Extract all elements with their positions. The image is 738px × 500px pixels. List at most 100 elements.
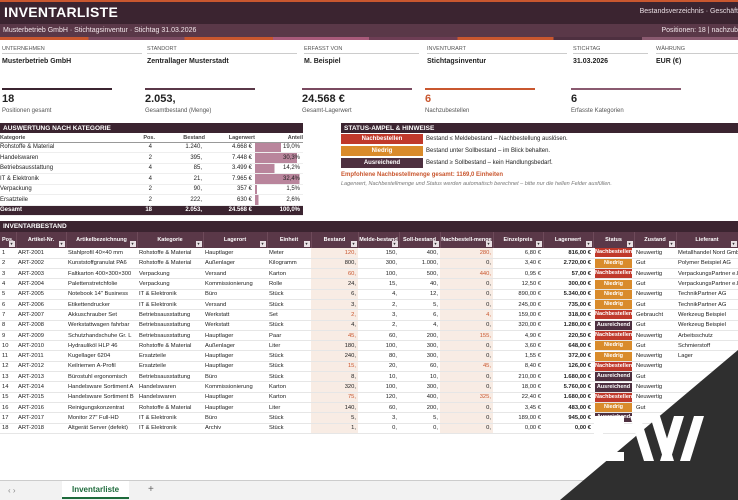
inventory-col-header[interactable]: Bestand ▾: [311, 232, 359, 248]
inventory-col-header[interactable]: Lagerwert ▾: [543, 232, 594, 248]
inventory-cell[interactable]: 15: [0, 392, 16, 403]
inventory-cell[interactable]: Verpackung: [137, 278, 203, 290]
inventory-cell[interactable]: 8: [0, 320, 16, 331]
inventory-col-header[interactable]: Lagerort ▾: [203, 232, 268, 248]
inventory-cell[interactable]: Rohstoffe & Material: [137, 402, 203, 414]
inventory-cell[interactable]: 12,: [399, 289, 440, 300]
inventory-cell[interactable]: Handelswaren: [137, 392, 203, 403]
inventory-cell[interactable]: 318,00 €: [543, 309, 593, 321]
inventory-cell[interactable]: 3: [0, 268, 16, 280]
inventory-cell[interactable]: Handelswaren: [137, 381, 203, 393]
inventory-cell[interactable]: Stück: [267, 412, 311, 424]
inventory-cell[interactable]: ART-2011: [16, 350, 66, 362]
inventory-cell[interactable]: 800,: [311, 258, 358, 270]
inventory-cell[interactable]: Stück: [267, 371, 311, 383]
inventory-cell[interactable]: 13: [0, 371, 16, 383]
inventory-cell[interactable]: 0,: [440, 299, 493, 311]
inventory-cell[interactable]: Neuwertig: [634, 289, 676, 300]
inventory-cell[interactable]: 4,90 €: [493, 330, 543, 342]
inventory-cell[interactable]: 11: [0, 350, 16, 362]
inventory-cell[interactable]: 6,80 €: [493, 248, 543, 259]
inventory-cell[interactable]: 8,: [311, 371, 358, 383]
inventory-cell[interactable]: 0,: [440, 278, 493, 290]
inventory-cell[interactable]: 3,60 €: [493, 340, 543, 352]
inventory-cell[interactable]: ART-2013: [16, 371, 66, 383]
inventory-cell[interactable]: 0,: [440, 350, 493, 362]
inventory-cell[interactable]: Rohstoffe & Material: [137, 248, 203, 259]
inventory-cell[interactable]: Ersatzteile: [137, 361, 203, 373]
filter-dropdown-icon[interactable]: ▾: [626, 241, 633, 247]
inventory-cell[interactable]: Archiv: [203, 423, 267, 434]
inventory-cell[interactable]: 0,: [358, 423, 399, 434]
inventory-cell[interactable]: ART-2009: [16, 330, 66, 342]
inventory-cell[interactable]: 45,: [440, 361, 493, 373]
inventory-cell[interactable]: Paar: [267, 330, 311, 342]
inventory-cell[interactable]: Büro: [203, 289, 267, 300]
inventory-cell[interactable]: 60,: [311, 268, 358, 280]
inventory-cell[interactable]: 10,: [358, 371, 399, 383]
inventory-cell[interactable]: 18,00 €: [493, 381, 543, 393]
inventory-cell[interactable]: 0,00 €: [493, 423, 543, 434]
inventory-cell[interactable]: 1.000,: [399, 258, 440, 270]
inventory-cell[interactable]: Werkstattwagen fahrbar: [66, 320, 137, 331]
inventory-cell[interactable]: 1,55 €: [493, 350, 543, 362]
inventory-cell[interactable]: 4,: [440, 309, 493, 321]
inventory-cell[interactable]: Verpackung: [137, 268, 203, 280]
inventory-cell[interactable]: Etikettendrucker: [66, 299, 137, 311]
inventory-cell[interactable]: 0,: [440, 412, 493, 424]
inventory-cell[interactable]: Versand: [203, 299, 267, 311]
filter-dropdown-icon[interactable]: ▾: [391, 241, 398, 247]
inventory-cell[interactable]: Altgerät Server (defekt): [66, 423, 137, 434]
inventory-cell[interactable]: 2.720,00 €: [543, 258, 593, 270]
inventory-cell[interactable]: Hauptlager: [203, 350, 267, 362]
inventory-cell[interactable]: 890,00 €: [493, 289, 543, 300]
inventory-cell[interactable]: 5: [0, 289, 16, 300]
inventory-cell[interactable]: 0,: [440, 320, 493, 331]
inventory-cell[interactable]: 440,: [440, 268, 493, 280]
inventory-col-header[interactable]: Artikelbezeichnung ▾: [66, 232, 138, 248]
inventory-cell[interactable]: Neuwertig: [634, 268, 676, 280]
inventory-cell[interactable]: 6: [0, 299, 16, 311]
inventory-col-header[interactable]: Einzelpreis ▾: [493, 232, 544, 248]
filter-dropdown-icon[interactable]: ▾: [485, 241, 492, 247]
inventory-cell[interactable]: ART-2018: [16, 423, 66, 434]
inventory-cell[interactable]: 0,: [440, 402, 493, 414]
inventory-cell[interactable]: 20,: [358, 361, 399, 373]
inventory-cell[interactable]: 120,: [358, 392, 399, 403]
inventory-cell[interactable]: ART-2017: [16, 412, 66, 424]
inventory-cell[interactable]: Außenlager: [203, 258, 267, 270]
inventory-cell[interactable]: Gut: [634, 299, 676, 311]
inventory-cell[interactable]: ART-2015: [16, 392, 66, 403]
inventory-cell[interactable]: ART-2001: [16, 248, 66, 259]
inventory-cell[interactable]: 100,: [358, 268, 399, 280]
inventory-cell[interactable]: Reinigungskonzentrat: [66, 402, 137, 414]
inventory-cell[interactable]: 1.280,00 €: [543, 320, 593, 331]
inventory-cell[interactable]: Gut: [634, 320, 676, 331]
inventory-cell[interactable]: 300,: [399, 340, 440, 352]
inventory-cell[interactable]: ART-2014: [16, 381, 66, 393]
filter-dropdown-icon[interactable]: ▾: [303, 241, 310, 247]
inventory-cell[interactable]: IT & Elektronik: [137, 299, 203, 311]
inventory-cell[interactable]: 18: [0, 423, 16, 434]
inventory-cell[interactable]: Liter: [267, 402, 311, 414]
inventory-cell[interactable]: Hauptlager: [203, 361, 267, 373]
inventory-cell[interactable]: Faltkarton 400×300×300: [66, 268, 137, 280]
tab-inventarliste[interactable]: Inventarliste: [62, 481, 130, 499]
inventory-cell[interactable]: 735,00 €: [543, 299, 593, 311]
inventory-col-header[interactable]: Soll-bestand ▾: [399, 232, 441, 248]
inventory-cell[interactable]: 0,: [440, 289, 493, 300]
inventory-cell[interactable]: VerpackungsPartner e.K.: [676, 268, 738, 280]
inventory-cell[interactable]: Gebraucht: [634, 309, 676, 321]
inventory-cell[interactable]: Rohstoffe & Material: [137, 258, 203, 270]
inventory-col-header[interactable]: Kategorie ▾: [137, 232, 204, 248]
inventory-cell[interactable]: 0,: [440, 371, 493, 383]
inventory-cell[interactable]: 300,: [358, 258, 399, 270]
inventory-cell[interactable]: ART-2004: [16, 278, 66, 290]
inventory-cell[interactable]: Niedrig: [593, 258, 634, 270]
filter-dropdown-icon[interactable]: ▾: [58, 241, 65, 247]
inventory-cell[interactable]: 280,: [440, 248, 493, 259]
inventory-cell[interactable]: Niedrig: [593, 289, 634, 300]
inventory-cell[interactable]: 200,: [399, 402, 440, 414]
inventory-cell[interactable]: 120,: [311, 248, 358, 259]
inventory-cell[interactable]: 320,: [311, 381, 358, 393]
